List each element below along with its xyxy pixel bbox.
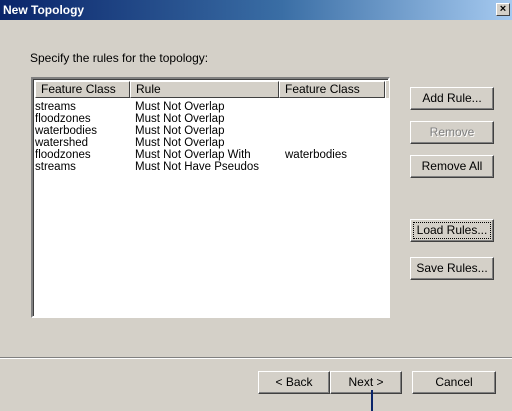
title-bar: New Topology ×	[0, 0, 512, 20]
footer-divider	[0, 357, 512, 359]
rule-cell: Must Not Overlap With	[135, 149, 251, 161]
feature-class-2-cell: waterbodies	[285, 149, 348, 161]
feature-class-cell: floodzones	[35, 113, 91, 125]
rule-cell: Must Not Overlap	[135, 101, 225, 113]
remove-all-button[interactable]: Remove All	[410, 155, 494, 178]
remove-button[interactable]: Remove	[410, 121, 494, 144]
cancel-button[interactable]: Cancel	[412, 371, 496, 394]
next-button[interactable]: Next >	[330, 371, 402, 394]
rule-cell: Must Not Overlap	[135, 125, 225, 137]
text-cursor-icon	[371, 390, 373, 411]
feature-class-cell: floodzones	[35, 149, 91, 161]
column-header-filler	[385, 81, 389, 98]
back-button[interactable]: < Back	[258, 371, 330, 394]
dialog-title: New Topology	[3, 3, 85, 17]
feature-class-cell: waterbodies	[35, 125, 98, 137]
rules-list[interactable]: Feature Class Rule Feature Class streams…	[31, 77, 390, 318]
save-rules-button[interactable]: Save Rules...	[410, 257, 494, 280]
column-header-feature-class-2[interactable]: Feature Class	[279, 81, 385, 98]
add-rule-button[interactable]: Add Rule...	[410, 87, 494, 110]
rule-cell: Must Not Overlap	[135, 137, 225, 149]
feature-class-cell: streams	[35, 101, 76, 113]
rule-cell: Must Not Overlap	[135, 113, 225, 125]
rule-cell: Must Not Have Pseudos	[135, 161, 260, 173]
column-header-feature-class[interactable]: Feature Class	[35, 81, 130, 98]
rules-prompt: Specify the rules for the topology:	[30, 51, 209, 65]
load-rules-button[interactable]: Load Rules...	[410, 219, 494, 242]
new-topology-dialog: New Topology × Specify the rules for the…	[0, 0, 512, 411]
feature-class-cell: streams	[35, 161, 76, 173]
column-header-rule[interactable]: Rule	[130, 81, 279, 98]
feature-class-cell: watershed	[35, 137, 89, 149]
close-icon: ×	[499, 3, 507, 15]
close-button[interactable]: ×	[496, 3, 510, 16]
